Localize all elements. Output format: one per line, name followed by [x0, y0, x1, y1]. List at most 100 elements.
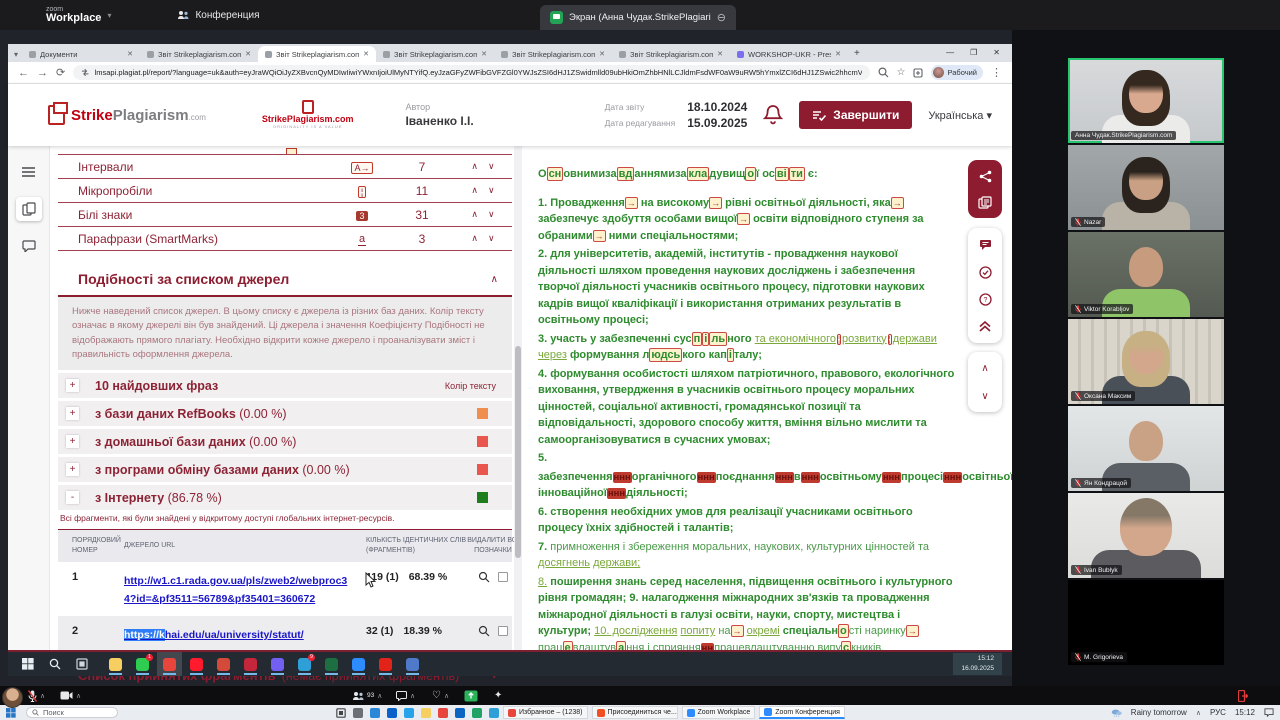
menu-button[interactable]: [16, 160, 42, 184]
chat-button[interactable]: ∧: [396, 686, 415, 705]
expander-button[interactable]: +: [66, 435, 79, 448]
finish-button[interactable]: Завершити: [799, 101, 912, 129]
tab-close-icon[interactable]: ✕: [481, 50, 487, 58]
prev-fragment-button[interactable]: ∧: [975, 360, 995, 376]
taskbar-clock[interactable]: 15:12 16.09.2025: [953, 653, 1002, 675]
start-button[interactable]: [6, 708, 16, 718]
strikeplagiarism-logo[interactable]: StrikePlagiarism.com: [48, 105, 206, 125]
tab-close-icon[interactable]: ✕: [127, 50, 133, 58]
profile-chip[interactable]: Рабочий: [931, 65, 983, 80]
participant-video[interactable]: Ivan Bublyk: [1068, 493, 1224, 578]
telegram-icon[interactable]: 9: [292, 652, 317, 676]
search-button[interactable]: [43, 652, 67, 676]
chevron-up-icon[interactable]: ∧: [76, 692, 81, 700]
participants-button[interactable]: 93 ∧: [352, 686, 382, 705]
restore-button[interactable]: ❐: [970, 48, 977, 57]
browser-tab[interactable]: Звіт Strikeplagiarism.com✕: [376, 46, 494, 62]
bell-icon[interactable]: [763, 104, 783, 126]
participant-video[interactable]: Viktor Korabljov: [1068, 232, 1224, 317]
window-button[interactable]: Zoom Workplace: [682, 706, 756, 719]
back-button[interactable]: ←: [18, 67, 29, 79]
magnifier-icon[interactable]: [478, 625, 490, 637]
video-button[interactable]: ∧: [60, 686, 81, 705]
opera-gx-icon[interactable]: [238, 652, 263, 676]
next-occurrence-button[interactable]: ∨: [488, 161, 495, 172]
leave-button[interactable]: [1238, 686, 1248, 705]
tab-search-chevron-icon[interactable]: ▾: [14, 50, 18, 59]
window-button[interactable]: Zoom Конференция: [759, 706, 845, 719]
kebab-menu-icon[interactable]: ⋮: [991, 66, 1002, 79]
tray-expand-icon[interactable]: ∧: [1196, 709, 1201, 717]
window-button[interactable]: Избранное – (1238): [503, 706, 588, 719]
participant-video[interactable]: Ян Кондрацой: [1068, 406, 1224, 491]
prev-occurrence-button[interactable]: ∧: [471, 161, 478, 172]
tray-clock[interactable]: 15:12: [1235, 708, 1255, 717]
tab-close-icon[interactable]: ✕: [363, 50, 369, 58]
zoom-level-icon[interactable]: [878, 67, 889, 78]
language-selector[interactable]: Українська ▾: [928, 109, 992, 122]
tab-close-icon[interactable]: ✕: [835, 50, 841, 58]
row-checkbox[interactable]: [498, 572, 508, 582]
expander-button[interactable]: -: [66, 491, 79, 504]
minimize-button[interactable]: —: [946, 48, 954, 57]
excel-icon[interactable]: [319, 652, 344, 676]
telegram-icon[interactable]: [489, 708, 499, 718]
browser-tab[interactable]: Звіт Strikeplagiarism.com✕: [494, 46, 612, 62]
browser-tab[interactable]: Звіт Strikeplagiarism.com✕: [612, 46, 730, 62]
tab-close-icon[interactable]: ✕: [245, 50, 251, 58]
minimize-share-icon[interactable]: ⊖: [717, 11, 726, 24]
mute-button[interactable]: ∧: [28, 686, 45, 705]
share-button[interactable]: [975, 168, 995, 184]
magnifier-icon[interactable]: [478, 571, 490, 583]
task-view-icon[interactable]: [336, 708, 346, 718]
reload-button[interactable]: ⟳: [56, 66, 65, 79]
browser-tab[interactable]: Звіт Strikeplagiarism.com✕: [258, 46, 376, 62]
prev-occurrence-button[interactable]: ∧: [471, 209, 478, 220]
task-view-button[interactable]: [70, 652, 94, 676]
edge-icon[interactable]: [370, 708, 380, 718]
source-group-row[interactable]: -з Інтернету (86.78 %): [58, 485, 512, 510]
participant-video[interactable]: Nazar: [1068, 145, 1224, 230]
tab-close-icon[interactable]: ✕: [717, 50, 723, 58]
weather-text[interactable]: Rainy tomorrow: [1131, 708, 1187, 717]
scroll-top-button[interactable]: [975, 318, 995, 334]
row-checkbox[interactable]: [498, 626, 508, 636]
participant-video[interactable]: Анна Чудак.StrikePlagiarism.com: [1068, 58, 1224, 143]
linkedin-icon[interactable]: [455, 708, 465, 718]
prev-occurrence-button[interactable]: ∧: [471, 185, 478, 196]
next-occurrence-button[interactable]: ∨: [488, 233, 495, 244]
zoom-app-icon[interactable]: [346, 652, 371, 676]
window-button[interactable]: Присоединиться че...: [592, 706, 678, 719]
browser-tab[interactable]: WORKSHOP-UKR - Presentati...✕: [730, 46, 848, 62]
close-button[interactable]: ✕: [993, 48, 1000, 57]
chevron-up-icon[interactable]: ∧: [444, 692, 449, 700]
chevron-up-icon[interactable]: ∧: [40, 692, 45, 700]
comments-tool-button[interactable]: [975, 237, 995, 253]
help-button[interactable]: ?: [975, 291, 995, 307]
source-group-row[interactable]: +з домашньої бази даних (0.00 %): [58, 429, 512, 454]
ai-companion-button[interactable]: ✦: [494, 686, 502, 705]
comments-button[interactable]: [16, 234, 42, 258]
browser-tab[interactable]: Документи✕: [22, 46, 140, 62]
chrome-icon[interactable]: [438, 708, 448, 718]
reactions-button[interactable]: ♡ ∧: [432, 686, 449, 705]
check-tool-button[interactable]: [975, 264, 995, 280]
opera-icon[interactable]: [184, 652, 209, 676]
excel-icon[interactable]: [472, 708, 482, 718]
tab-close-icon[interactable]: ✕: [599, 50, 605, 58]
calculator-icon[interactable]: [400, 652, 425, 676]
source-group-row[interactable]: +10 найдовших фразКолір тексту: [58, 373, 512, 398]
share-screen-button[interactable]: [464, 686, 478, 705]
participant-video[interactable]: Оксана Максим: [1068, 319, 1224, 404]
viber-icon[interactable]: [265, 652, 290, 676]
site-info-icon[interactable]: [81, 68, 89, 77]
export-pdf-button[interactable]: [975, 194, 995, 210]
chevron-down-icon[interactable]: ▾: [107, 11, 111, 20]
prev-occurrence-button[interactable]: ∧: [471, 233, 478, 244]
language-indicator[interactable]: РУС: [1210, 708, 1226, 717]
file-explorer-icon[interactable]: [103, 652, 128, 676]
forward-button[interactable]: →: [37, 67, 48, 79]
expander-button[interactable]: +: [66, 379, 79, 392]
chevron-up-icon[interactable]: ∧: [410, 692, 415, 700]
chevron-up-icon[interactable]: ∧: [377, 692, 382, 700]
